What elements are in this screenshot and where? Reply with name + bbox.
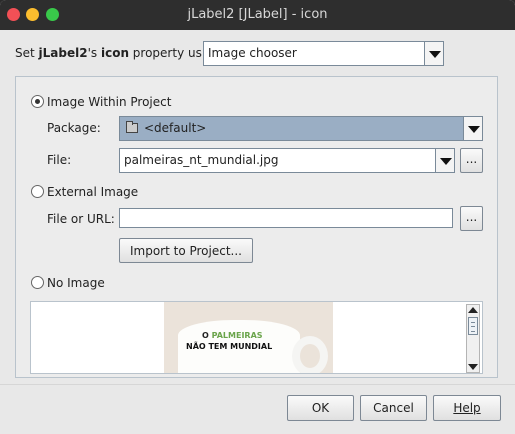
component-name: jLabel2 — [38, 46, 88, 60]
window-title: jLabel2 [JLabel] - icon — [187, 7, 328, 22]
mug-text-team: PALMEIRAS — [211, 331, 263, 340]
cancel-button[interactable]: Cancel — [360, 395, 427, 421]
file-or-url-input[interactable] — [119, 208, 453, 228]
url-browse-button[interactable]: ... — [460, 206, 483, 231]
editor-chooser-value: Image chooser — [208, 46, 297, 60]
chevron-down-icon[interactable] — [424, 42, 443, 65]
external-image-label[interactable]: External Image — [47, 185, 138, 199]
chevron-down-icon[interactable] — [435, 149, 454, 172]
file-select[interactable]: palmeiras_nt_mundial.jpg — [119, 148, 455, 173]
footer-divider — [0, 384, 515, 385]
external-image-radio[interactable] — [31, 185, 44, 198]
mug-text-line2: NÃO TEM MUNDIAL — [186, 342, 273, 351]
editor-chooser-select[interactable]: Image chooser — [203, 41, 444, 66]
within-project-label[interactable]: Image Within Project — [47, 95, 171, 109]
scroll-thumb[interactable] — [468, 317, 478, 335]
image-options-panel: Image Within Project Package: <default> … — [15, 76, 498, 378]
property-name: icon — [100, 46, 129, 60]
ok-label: OK — [311, 401, 330, 415]
help-label: Help — [453, 401, 481, 415]
import-to-project-button[interactable]: Import to Project... — [119, 238, 253, 263]
import-to-project-label: Import to Project... — [129, 244, 242, 258]
no-image-label[interactable]: No Image — [47, 276, 105, 290]
file-value: palmeiras_nt_mundial.jpg — [124, 153, 279, 167]
ok-button[interactable]: OK — [287, 395, 354, 421]
package-select[interactable]: <default> — [119, 116, 483, 141]
package-label: Package: — [47, 121, 101, 135]
scroll-down-icon[interactable] — [468, 364, 478, 370]
dialog-window: jLabel2 [JLabel] - icon Set jLabel2's ic… — [0, 0, 515, 434]
image-preview: O PALMEIRAS NÃO TEM MUNDIAL — [30, 301, 483, 374]
label-possessive: 's — [87, 46, 101, 60]
folder-icon — [126, 121, 138, 133]
help-button[interactable]: Help — [433, 395, 501, 421]
scroll-up-icon[interactable] — [468, 307, 478, 313]
no-image-radio[interactable] — [31, 276, 44, 289]
preview-image: O PALMEIRAS NÃO TEM MUNDIAL — [164, 302, 333, 373]
chevron-down-icon[interactable] — [463, 117, 482, 140]
cancel-label: Cancel — [373, 401, 414, 415]
file-or-url-label: File or URL: — [47, 212, 115, 226]
file-browse-button[interactable]: ... — [460, 148, 483, 173]
url-browse-label: ... — [465, 210, 478, 224]
label-prefix: Set — [15, 46, 39, 60]
file-browse-label: ... — [465, 152, 478, 166]
file-label: File: — [47, 153, 72, 167]
title-bar: jLabel2 [JLabel] - icon — [0, 0, 515, 30]
property-editor-label: Set jLabel2's icon property using: — [15, 46, 224, 60]
mug-text-line1: O PALMEIRAS — [202, 331, 263, 340]
package-value: <default> — [144, 121, 207, 135]
preview-scrollbar[interactable] — [466, 304, 480, 373]
within-project-radio[interactable] — [31, 95, 44, 108]
mug-text-prefix: O — [202, 331, 212, 340]
mug-handle-graphic — [292, 336, 328, 373]
